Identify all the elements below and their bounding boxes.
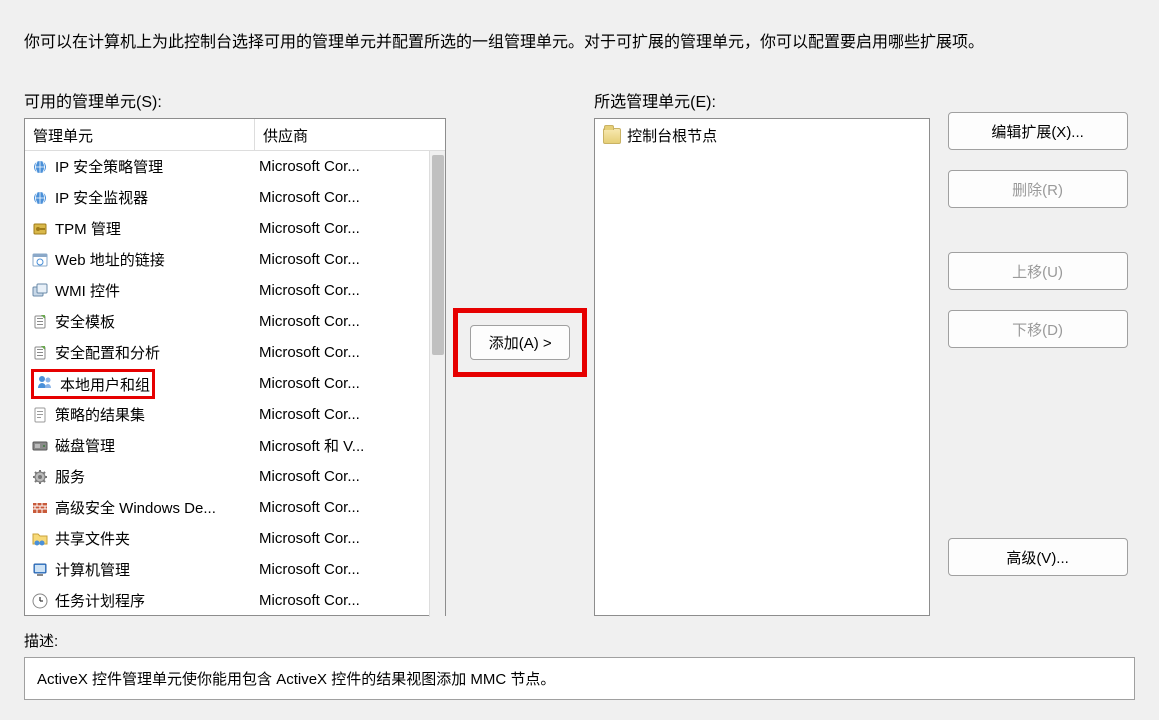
available-item[interactable]: 安全配置和分析 Microsoft Cor...: [25, 337, 445, 368]
item-name: 共享文件夹: [55, 528, 130, 549]
add-button[interactable]: 添加(A) >: [470, 325, 570, 360]
item-name: 安全配置和分析: [55, 342, 160, 363]
clock-icon: [31, 592, 49, 610]
item-vendor: Microsoft Cor...: [255, 375, 445, 392]
add-button-highlight: 添加(A) >: [453, 308, 587, 377]
available-item[interactable]: 计算机管理 Microsoft Cor...: [25, 554, 445, 585]
available-item[interactable]: IP 安全监视器 Microsoft Cor...: [25, 182, 445, 213]
item-name: TPM 管理: [55, 218, 121, 239]
shared-folder-icon: [31, 530, 49, 548]
item-name: WMI 控件: [55, 280, 120, 301]
item-name: IP 安全策略管理: [55, 156, 163, 177]
item-vendor: Microsoft Cor...: [255, 592, 445, 609]
highlighted-item: 本地用户和组: [31, 369, 155, 399]
item-vendor: Microsoft Cor...: [255, 251, 445, 268]
computer-icon: [31, 561, 49, 579]
col-header-vendor[interactable]: 供应商: [255, 119, 445, 150]
item-vendor: Microsoft 和 V...: [255, 435, 445, 456]
available-item[interactable]: TPM 管理 Microsoft Cor...: [25, 213, 445, 244]
available-item[interactable]: 高级安全 Windows De... Microsoft Cor...: [25, 492, 445, 523]
gear-icon: [31, 468, 49, 486]
shield-globe-icon: [31, 158, 49, 176]
chip-key-icon: [31, 220, 49, 238]
selected-label: 所选管理单元(E):: [594, 88, 929, 112]
item-vendor: Microsoft Cor...: [255, 282, 445, 299]
item-vendor: Microsoft Cor...: [255, 561, 445, 578]
item-name: Web 地址的链接: [55, 249, 165, 270]
available-item[interactable]: 策略的结果集 Microsoft Cor...: [25, 399, 445, 430]
item-name: 服务: [55, 466, 85, 487]
folder-icon: [603, 128, 621, 144]
item-vendor: Microsoft Cor...: [255, 406, 445, 423]
available-item[interactable]: IP 安全策略管理 Microsoft Cor...: [25, 151, 445, 182]
item-name: 本地用户和组: [60, 377, 150, 394]
console-root-node[interactable]: 控制台根节点: [603, 125, 920, 146]
available-item[interactable]: 磁盘管理 Microsoft 和 V...: [25, 430, 445, 461]
available-item[interactable]: 服务 Microsoft Cor...: [25, 461, 445, 492]
console-root-label: 控制台根节点: [627, 125, 717, 146]
item-name: 计算机管理: [55, 559, 130, 580]
shield-globe-icon: [31, 189, 49, 207]
item-vendor: Microsoft Cor...: [255, 344, 445, 361]
item-name: IP 安全监视器: [55, 187, 148, 208]
users-icon: [36, 373, 54, 391]
edit-extensions-button[interactable]: 编辑扩展(X)...: [948, 112, 1128, 150]
move-up-button[interactable]: 上移(U): [948, 252, 1128, 290]
disk-icon: [31, 437, 49, 455]
item-vendor: Microsoft Cor...: [255, 499, 445, 516]
available-item[interactable]: WMI 控件 Microsoft Cor...: [25, 275, 445, 306]
item-vendor: Microsoft Cor...: [255, 530, 445, 547]
template-icon: [31, 344, 49, 362]
instruction-text: 你可以在计算机上为此控制台选择可用的管理单元并配置所选的一组管理单元。对于可扩展…: [24, 28, 1135, 52]
col-header-name[interactable]: 管理单元: [25, 119, 255, 150]
available-item[interactable]: Web 地址的链接 Microsoft Cor...: [25, 244, 445, 275]
item-name: 安全模板: [55, 311, 115, 332]
selected-tree[interactable]: 控制台根节点: [594, 118, 929, 616]
description-text: ActiveX 控件管理单元使你能用包含 ActiveX 控件的结果视图添加 M…: [24, 657, 1135, 700]
item-vendor: Microsoft Cor...: [255, 220, 445, 237]
policy-icon: [31, 406, 49, 424]
item-vendor: Microsoft Cor...: [255, 189, 445, 206]
description-label: 描述:: [24, 630, 1135, 651]
item-name: 任务计划程序: [55, 590, 145, 611]
available-label: 可用的管理单元(S):: [24, 88, 446, 112]
item-vendor: Microsoft Cor...: [255, 313, 445, 330]
scrollbar-thumb[interactable]: [432, 155, 444, 355]
available-list[interactable]: 管理单元 供应商 IP 安全策略管理Microsoft Cor...IP 安全监…: [24, 118, 446, 616]
remove-button[interactable]: 删除(R): [948, 170, 1128, 208]
item-name: 高级安全 Windows De...: [55, 497, 216, 518]
web-link-icon: [31, 251, 49, 269]
wmi-icon: [31, 282, 49, 300]
scrollbar[interactable]: [429, 151, 445, 617]
item-vendor: Microsoft Cor...: [255, 158, 445, 175]
advanced-button[interactable]: 高级(V)...: [948, 538, 1128, 576]
item-name: 磁盘管理: [55, 435, 115, 456]
available-item[interactable]: 安全模板 Microsoft Cor...: [25, 306, 445, 337]
move-down-button[interactable]: 下移(D): [948, 310, 1128, 348]
available-item[interactable]: 本地用户和组 Microsoft Cor...: [25, 368, 445, 399]
firewall-icon: [31, 499, 49, 517]
available-item[interactable]: 共享文件夹 Microsoft Cor...: [25, 523, 445, 554]
available-list-header: 管理单元 供应商: [25, 119, 445, 151]
available-item[interactable]: 任务计划程序 Microsoft Cor...: [25, 585, 445, 616]
template-icon: [31, 313, 49, 331]
item-vendor: Microsoft Cor...: [255, 468, 445, 485]
item-name: 策略的结果集: [55, 404, 145, 425]
